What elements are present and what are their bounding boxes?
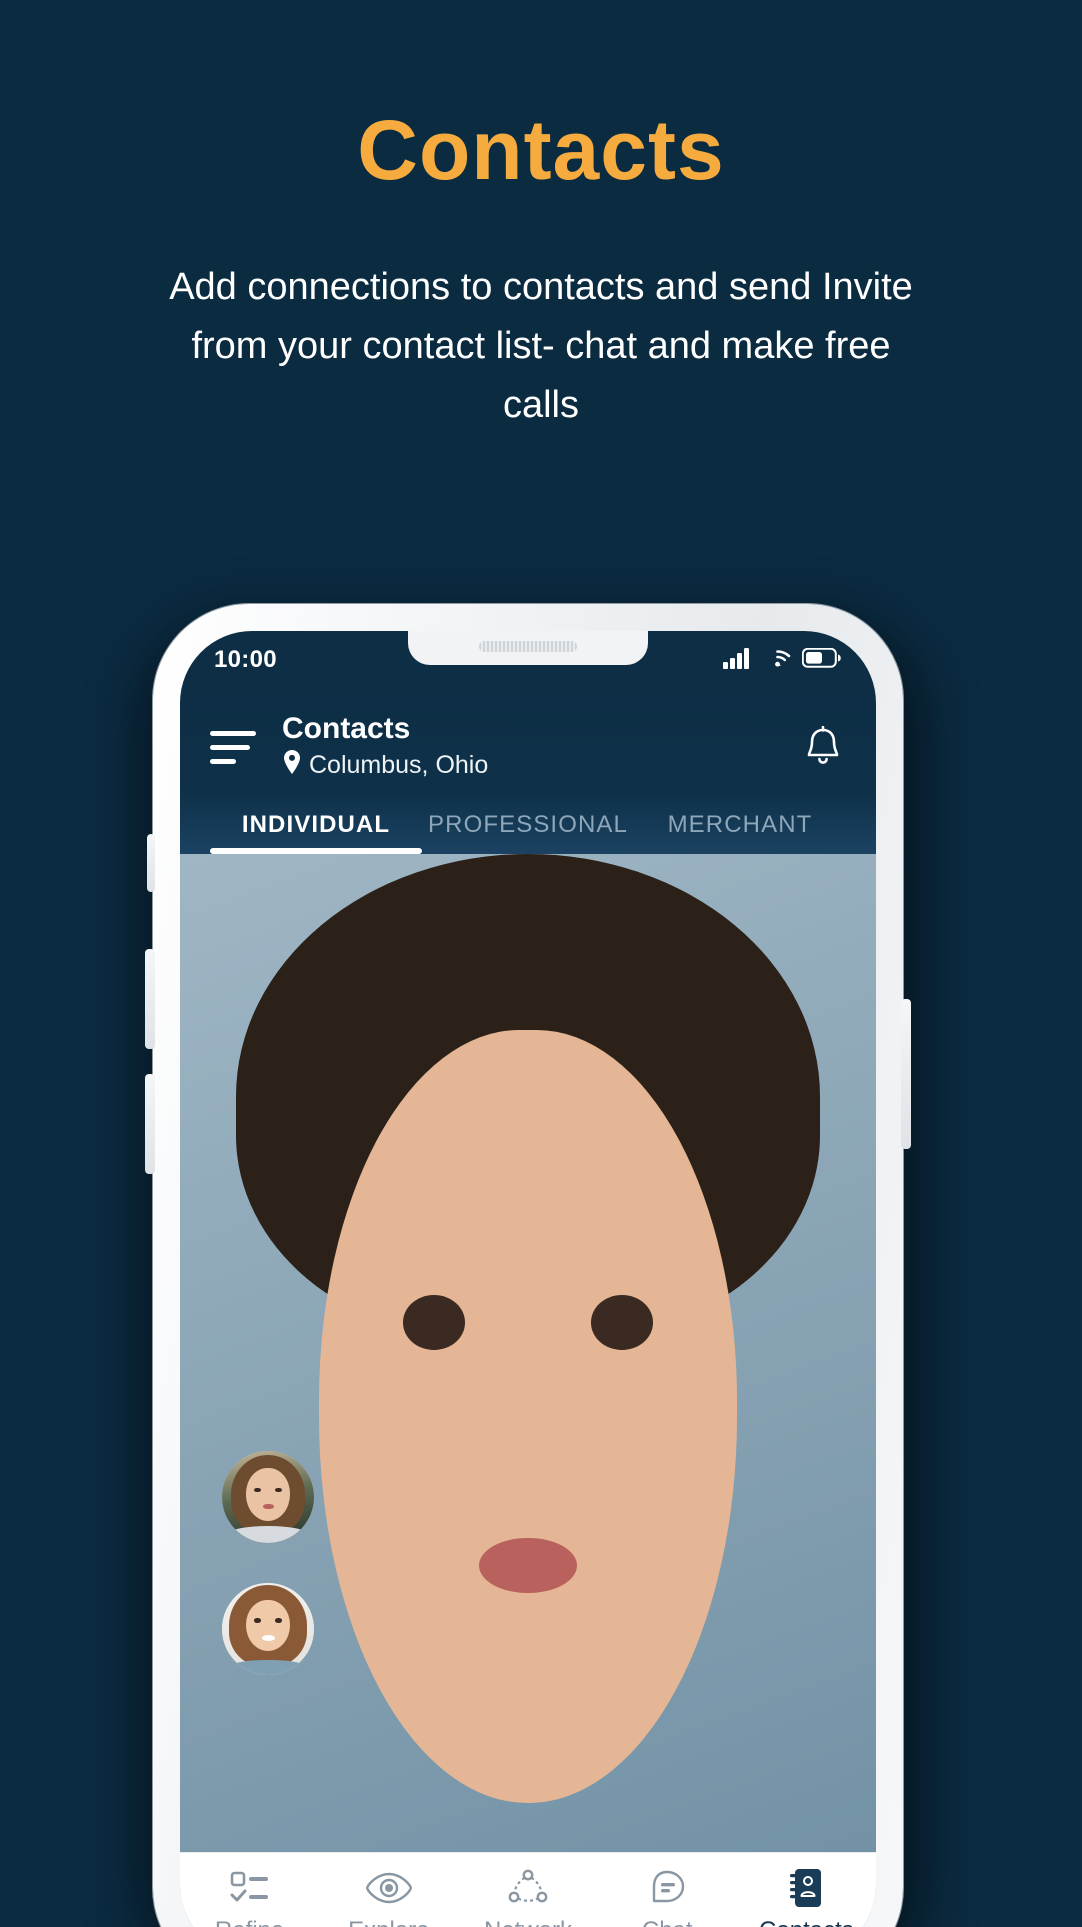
avatar: [222, 1583, 314, 1675]
phone-notch: [408, 631, 648, 665]
hamburger-menu-icon[interactable]: [210, 730, 256, 764]
nav-item-chat[interactable]: Chat: [598, 1865, 737, 1927]
status-clock: 10:00: [214, 646, 277, 673]
phone-screen: 10:00 Contacts Columbus, Ohio INDIVIDUAL…: [180, 631, 876, 1927]
nav-label: Chat: [642, 1917, 693, 1927]
promo-subtitle: Add connections to contacts and send Inv…: [169, 266, 913, 426]
speech-bubble-icon: [648, 1865, 686, 1911]
bottom-navigation: Refine Explore: [180, 1852, 876, 1927]
nav-label: Contacts: [759, 1917, 854, 1927]
app-title: Contacts: [282, 712, 411, 746]
volume-down-button[interactable]: [145, 1074, 155, 1174]
location-label: Columbus, Ohio: [309, 750, 489, 779]
phone-frame: 10:00 Contacts Columbus, Ohio INDIVIDUAL…: [145, 604, 911, 1927]
app-header: Contacts Columbus, Ohio INDIVIDUAL PROFE…: [180, 689, 876, 854]
nav-item-refine[interactable]: Refine: [180, 1865, 319, 1927]
notification-bell-icon[interactable]: [800, 721, 846, 773]
location-pin-icon: [282, 749, 302, 782]
nav-label: Refine: [215, 1917, 284, 1927]
power-button[interactable]: [901, 999, 911, 1149]
location-row[interactable]: Columbus, Ohio: [282, 749, 800, 782]
avatar: [180, 854, 876, 1927]
tab-merchant[interactable]: MERCHANT: [634, 811, 846, 854]
address-book-icon: [787, 1865, 825, 1911]
battery-icon: [801, 647, 842, 673]
nav-item-explore[interactable]: Explore: [319, 1865, 458, 1927]
tab-professional[interactable]: PROFESSIONAL: [422, 811, 634, 854]
nav-item-network[interactable]: Network: [458, 1865, 597, 1927]
status-bar: 10:00: [180, 631, 876, 689]
silence-switch[interactable]: [147, 834, 155, 892]
nav-item-contacts[interactable]: Contacts: [737, 1865, 876, 1927]
checklist-icon: [229, 1865, 271, 1911]
contact-action-bar: [180, 854, 876, 1927]
contact-type-tabs: INDIVIDUAL PROFESSIONAL MERCHANT: [210, 811, 846, 854]
tab-individual[interactable]: INDIVIDUAL: [210, 811, 422, 854]
eye-icon: [365, 1865, 412, 1911]
app-content: Search: [180, 854, 876, 1927]
nav-label: Explore: [348, 1917, 429, 1927]
earpiece-speaker: [479, 640, 577, 652]
page-title: Contacts: [357, 103, 725, 197]
volume-up-button[interactable]: [145, 949, 155, 1049]
nav-label: Network: [484, 1917, 572, 1927]
promo-header: Contacts Add connections to contacts and…: [0, 0, 1082, 435]
phone-mockup: 10:00 Contacts Columbus, Ohio INDIVIDUAL…: [137, 604, 928, 1927]
avatar: [222, 1451, 314, 1543]
wifi-icon: [764, 647, 791, 673]
cellular-signal-icon: [723, 647, 753, 674]
network-nodes-icon: [508, 1865, 548, 1911]
